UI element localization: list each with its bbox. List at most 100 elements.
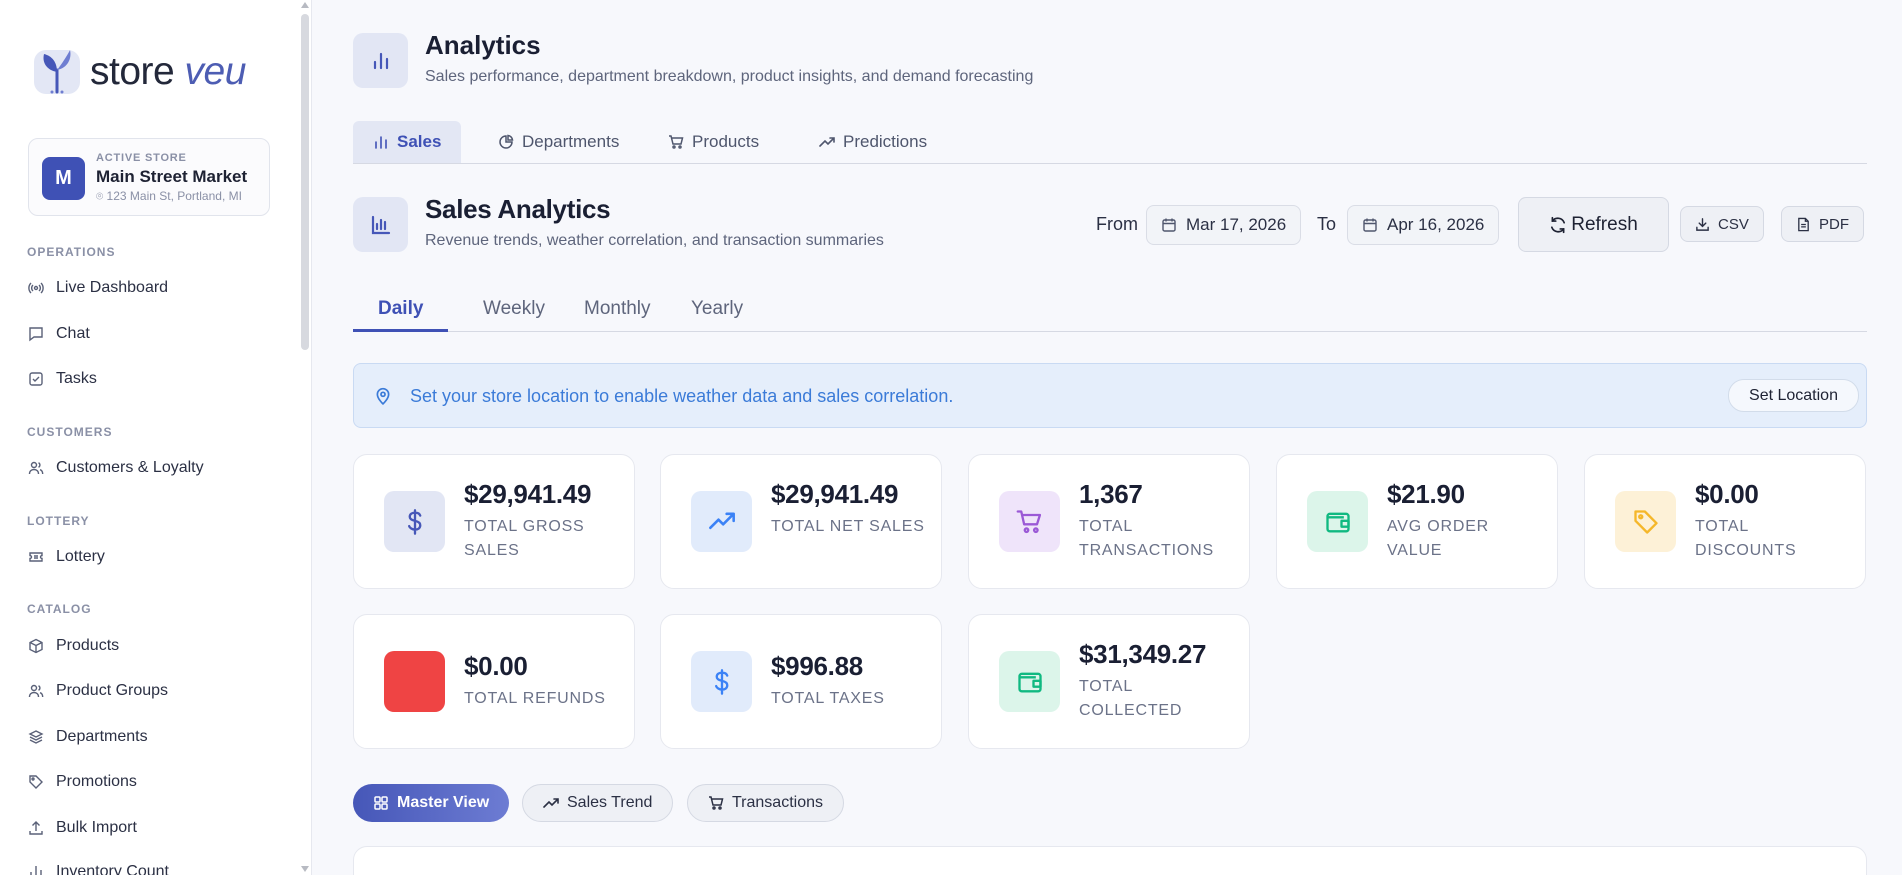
tab-products[interactable]: Products bbox=[648, 121, 779, 163]
brand-logo[interactable]: store veu bbox=[34, 48, 246, 96]
sidebar-item-departments[interactable]: Departments bbox=[28, 725, 148, 749]
stat-card-gross-sales: $29,941.49 TOTAL GROSS SALES bbox=[353, 454, 635, 589]
transactions-button[interactable]: Transactions bbox=[687, 784, 844, 822]
cart-icon bbox=[1016, 509, 1041, 533]
refresh-icon bbox=[1551, 216, 1566, 233]
stat-label: TOTAL NET SALES bbox=[771, 518, 925, 535]
users-icon bbox=[28, 684, 44, 698]
sidebar-item-label: Products bbox=[56, 637, 120, 654]
sidebar-item-label: Tasks bbox=[56, 370, 97, 387]
bar-chart-icon bbox=[373, 52, 388, 69]
pdf-export-button[interactable]: PDF bbox=[1781, 206, 1864, 242]
stat-icon-box bbox=[691, 491, 752, 552]
active-store-card[interactable]: M ACTIVE STORE Main Street Market ⌾ 123 … bbox=[28, 138, 270, 216]
to-date-picker[interactable]: Apr 16, 2026 bbox=[1347, 205, 1500, 245]
pie-chart-icon bbox=[499, 134, 514, 149]
tab-label: Products bbox=[692, 132, 760, 151]
checkbox-icon bbox=[29, 372, 43, 386]
wallet-icon bbox=[1017, 672, 1042, 692]
location-banner: Set your store location to enable weathe… bbox=[353, 363, 1867, 428]
cart-icon bbox=[709, 796, 724, 810]
sidebar-item-chat[interactable]: Chat bbox=[28, 322, 90, 346]
from-date-picker[interactable]: Mar 17, 2026 bbox=[1146, 205, 1302, 245]
sidebar-item-label: Lottery bbox=[56, 548, 105, 565]
analytics-tabs: Sales Departments Products Predictions bbox=[353, 121, 1867, 164]
csv-export-button[interactable]: CSV bbox=[1680, 206, 1764, 242]
from-label: From bbox=[1096, 214, 1138, 234]
stat-value: 1,367 bbox=[1079, 479, 1143, 509]
scroll-up-icon[interactable] bbox=[301, 2, 309, 8]
master-view-panel bbox=[353, 846, 1867, 875]
sidebar-item-tasks[interactable]: Tasks bbox=[28, 367, 97, 391]
banner-text: Set your store location to enable weathe… bbox=[410, 386, 954, 406]
period-tabs: Daily Weekly Monthly Yearly bbox=[353, 290, 1867, 332]
sidebar-item-live-dashboard[interactable]: Live Dashboard bbox=[28, 276, 168, 300]
to-date-value: Apr 16, 2026 bbox=[1387, 215, 1485, 234]
tab-predictions[interactable]: Predictions bbox=[799, 121, 947, 163]
sidebar-item-inventory-count[interactable]: Inventory Count bbox=[28, 860, 169, 875]
stat-value: $996.88 bbox=[771, 651, 863, 681]
store-avatar: M bbox=[42, 157, 85, 200]
stat-label: TOTAL DISCOUNTS bbox=[1695, 518, 1797, 559]
stat-label: TOTAL TAXES bbox=[771, 690, 885, 707]
set-location-button[interactable]: Set Location bbox=[1728, 379, 1859, 412]
sidebar-item-label: Chat bbox=[56, 325, 90, 342]
sidebar-scrollbar[interactable] bbox=[298, 0, 311, 875]
tab-yearly[interactable]: Yearly bbox=[666, 290, 768, 332]
stat-icon-box bbox=[999, 651, 1060, 712]
tab-daily[interactable]: Daily bbox=[353, 290, 449, 332]
tab-label: Sales bbox=[397, 132, 442, 151]
scroll-thumb[interactable] bbox=[301, 14, 309, 350]
sidebar-item-product-groups[interactable]: Product Groups bbox=[28, 679, 168, 703]
stat-value: $0.00 bbox=[464, 651, 528, 681]
nav-section-catalog: CATALOG bbox=[27, 602, 92, 616]
sales-trend-button[interactable]: Sales Trend bbox=[522, 784, 674, 822]
layers-icon bbox=[28, 730, 44, 744]
bar-chart-icon bbox=[371, 215, 390, 234]
refresh-button[interactable]: Refresh bbox=[1518, 197, 1669, 252]
sidebar-item-label: Live Dashboard bbox=[56, 279, 169, 296]
pill-label: Master View bbox=[397, 794, 490, 811]
broadcast-icon bbox=[28, 282, 44, 294]
tab-label: Departments bbox=[522, 132, 620, 151]
sidebar-item-label: Promotions bbox=[56, 773, 137, 790]
stat-value: $21.90 bbox=[1387, 479, 1465, 509]
map-pin-icon bbox=[376, 387, 390, 405]
box-icon bbox=[29, 638, 43, 654]
scroll-down-icon[interactable] bbox=[301, 866, 309, 872]
section-title: Sales Analytics bbox=[425, 194, 611, 224]
stat-icon-box bbox=[384, 491, 445, 552]
calendar-icon bbox=[1363, 218, 1377, 232]
stat-card-discounts: $0.00 TOTAL DISCOUNTS bbox=[1584, 454, 1866, 589]
stat-label: AVG ORDER VALUE bbox=[1387, 518, 1490, 559]
sidebar-item-lottery[interactable]: Lottery bbox=[28, 545, 105, 569]
stat-icon-box bbox=[1615, 491, 1676, 552]
tab-monthly[interactable]: Monthly bbox=[559, 290, 676, 332]
document-icon bbox=[1798, 217, 1809, 231]
tab-label: Predictions bbox=[843, 132, 928, 151]
stat-value: $29,941.49 bbox=[464, 479, 592, 509]
stat-value: $31,349.27 bbox=[1079, 639, 1207, 669]
page-icon bbox=[353, 33, 408, 88]
master-view-button[interactable]: Master View bbox=[353, 784, 510, 822]
tab-weekly[interactable]: Weekly bbox=[458, 290, 570, 332]
nav-section-operations: OPERATIONS bbox=[27, 245, 116, 259]
brand-name: store veu bbox=[90, 50, 246, 94]
tab-departments[interactable]: Departments bbox=[478, 121, 639, 163]
sidebar-item-bulk-import[interactable]: Bulk Import bbox=[28, 816, 137, 840]
chat-icon bbox=[29, 327, 43, 342]
stat-card-transactions: 1,367 TOTAL TRANSACTIONS bbox=[968, 454, 1250, 589]
calendar-icon bbox=[1162, 218, 1176, 232]
tab-sales[interactable]: Sales bbox=[353, 121, 462, 163]
stat-card-refunds: $0.00 TOTAL REFUNDS bbox=[353, 614, 635, 749]
grid-icon bbox=[374, 796, 388, 810]
nav-section-customers: CUSTOMERS bbox=[27, 425, 113, 439]
from-date-value: Mar 17, 2026 bbox=[1186, 215, 1287, 234]
pdf-label: PDF bbox=[1819, 215, 1849, 233]
count-icon bbox=[30, 866, 42, 875]
stat-icon-box bbox=[1307, 491, 1368, 552]
section-icon bbox=[353, 197, 408, 252]
sidebar-item-promotions[interactable]: Promotions bbox=[28, 770, 137, 794]
sidebar-item-products[interactable]: Products bbox=[28, 634, 119, 658]
sidebar-item-customers-loyalty[interactable]: Customers & Loyalty bbox=[28, 456, 204, 480]
